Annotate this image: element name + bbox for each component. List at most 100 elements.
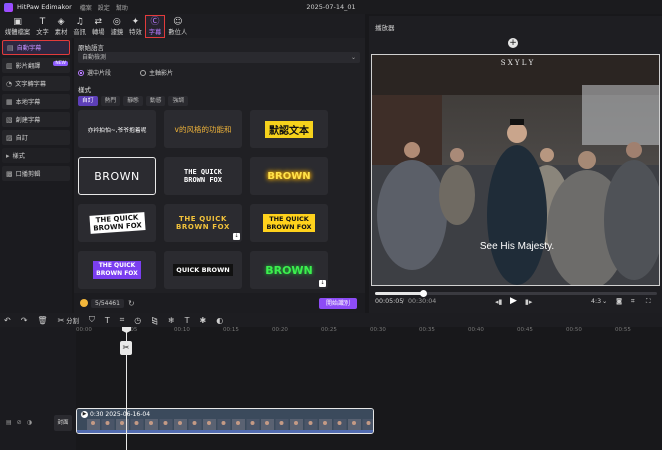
crop-button[interactable]: ⌗ — [120, 315, 125, 325]
style-card[interactable]: BROWN — [78, 157, 156, 195]
toolbar-transition[interactable]: ⇄ 轉場 — [89, 15, 108, 38]
tab-style-3[interactable]: 動感 — [145, 96, 166, 106]
split-button[interactable]: ✂ 分割 — [58, 316, 79, 325]
style-card[interactable]: THE QUICK BROWN FOX — [78, 204, 156, 242]
ruler-tick: 00:25 — [321, 327, 337, 333]
style-label: 樣式 — [78, 86, 91, 94]
radio-main-video[interactable]: 主軸影片 — [140, 68, 173, 77]
redo-button[interactable]: ↷ — [21, 316, 28, 325]
timeline-ruler[interactable]: 00:00 0:05 00:10 00:15 00:20 00:25 00:30 00:35 0… — [76, 327, 662, 339]
cover-button[interactable]: 封面 — [54, 415, 72, 431]
sidebar-item-custom[interactable]: ▨ 自訂 — [2, 130, 70, 145]
style-card[interactable]: THE QUICK BROWN FOX ↓ — [164, 204, 242, 242]
style-card[interactable]: v的风格的功能和 — [164, 110, 242, 148]
color-button[interactable]: ◐ — [216, 316, 223, 325]
menu-file[interactable]: 檔案 — [80, 3, 92, 12]
sidebar-item-oral-cut[interactable]: ▩ 口播剪輯 — [2, 166, 70, 181]
aspect-chevron-icon[interactable]: ⌄ — [602, 298, 607, 305]
start-recognition-button[interactable]: 開始識別 — [318, 298, 357, 309]
color-icon: ◐ — [216, 315, 224, 325]
text-tool-button[interactable]: T — [105, 316, 110, 325]
clip-info: ▶ 0:30 2025-06-16-04 — [81, 411, 150, 418]
shield-icon: ⛉ — [88, 315, 95, 324]
ai-icon: ✱ — [199, 315, 207, 325]
fullscreen-icon[interactable]: ⛶ — [646, 298, 650, 306]
sidebar-item-video-translate[interactable]: ▥ 影片翻譯 NEW — [2, 58, 70, 73]
mirror-button[interactable]: ⧎ — [151, 316, 158, 325]
track-controls-icon[interactable]: ▤⊘◑ — [6, 419, 37, 426]
style-card[interactable]: 默認文本 — [250, 110, 328, 148]
sidebar-item-style[interactable]: ▸ 樣式 — [2, 148, 70, 163]
toolbar-effects[interactable]: ✦ 特效 — [126, 15, 145, 38]
sidebar-item-auto-subtitle[interactable]: ▤ 自動字幕 — [2, 40, 70, 55]
toolbar-label: 濾鏡 — [110, 29, 124, 36]
sidebar-item-text-to-speech[interactable]: ◔ 文字轉字幕 — [2, 76, 70, 91]
tab-style-4[interactable]: 強調 — [168, 96, 189, 106]
menu-help[interactable]: 幫助 — [116, 3, 128, 12]
shield-button[interactable]: ⛉ — [89, 315, 95, 325]
style-card[interactable]: BROWN ↓ — [250, 251, 328, 289]
style-card[interactable]: 亦衿拍怕~,爷爷抱着呢 — [78, 110, 156, 148]
seek-knob[interactable] — [419, 290, 427, 297]
crop-icon: ⌗ — [119, 315, 125, 324]
ruler-tick: 00:00 — [76, 327, 92, 333]
next-frame-icon[interactable]: ▮▸ — [525, 298, 532, 306]
radio-main-label: 主軸影片 — [149, 70, 174, 77]
panel-footer: 5/54461 ↻ 開始識別 — [74, 293, 365, 313]
style-card[interactable]: QUICK BROWN — [164, 251, 242, 289]
split-marker-icon[interactable]: ✂ — [120, 341, 132, 355]
tab-style-0[interactable]: 自訂 — [78, 96, 98, 106]
video-preview[interactable]: S X Y L Y See His Majesty. — [371, 54, 660, 286]
video-clip[interactable]: ▶ 0:30 2025-06-16-04 — [76, 408, 374, 434]
seek-bar[interactable] — [375, 290, 657, 297]
grid-icon[interactable]: ⌗ — [631, 298, 635, 306]
sidebar-item-label: 自訂 — [15, 135, 28, 142]
style-preview-text: BROWN — [267, 170, 311, 182]
sidebar-item-local-subtitle[interactable]: ▦ 本地字幕 — [2, 94, 70, 109]
add-icon[interactable]: + — [508, 38, 518, 48]
tab-style-2[interactable]: 靜態 — [123, 96, 143, 106]
aspect-ratio-select[interactable]: 4:3 — [591, 298, 601, 305]
current-time: 00:05:05 — [375, 298, 404, 305]
timeline: 00:00 0:05 00:10 00:15 00:20 00:25 00:30 00:35 0… — [0, 327, 662, 450]
freeze-button[interactable]: ❄ — [168, 316, 175, 325]
toolbar-label: 特效 — [129, 29, 142, 36]
toolbar-filter[interactable]: ◎ 濾鏡 — [108, 15, 127, 38]
radio-selected-clip[interactable]: 選中片段 — [78, 68, 111, 77]
refresh-icon[interactable]: ↻ — [128, 299, 135, 308]
sidebar-item-create-subtitle[interactable]: ▧ 創建字幕 — [2, 112, 70, 127]
ruler-tick: 00:15 — [223, 327, 239, 333]
toolbar-material[interactable]: ◈ 素材 — [52, 15, 71, 38]
ruler-tick: 00:10 — [174, 327, 190, 333]
radio-off-icon — [140, 69, 146, 76]
toolbar-label: 媒體檔案 — [5, 29, 31, 36]
style-card[interactable]: THE QUICK BROWN FOX — [164, 157, 242, 195]
tab-style-1[interactable]: 熱門 — [100, 96, 121, 106]
source-language-label: 原始語言 — [78, 44, 104, 52]
toolbar-text[interactable]: T 文字 — [33, 15, 52, 38]
custom-icon: ▨ — [6, 133, 13, 142]
style-card[interactable]: THE QUICK BROWN FOX — [78, 251, 156, 289]
snapshot-icon[interactable]: ◙ — [616, 298, 622, 305]
style-card[interactable]: THE QUICK BROWN FOX — [250, 204, 328, 242]
toolbar-music[interactable]: ♫ 音訊 — [70, 15, 89, 38]
delete-button[interactable]: 🗑 — [37, 316, 47, 325]
style-card[interactable]: BROWN — [250, 157, 328, 195]
download-icon[interactable]: ↓ — [233, 233, 240, 240]
speed-button[interactable]: ◷ — [134, 316, 141, 325]
undo-button[interactable]: ↶ — [4, 316, 11, 325]
main-toolbar: ▣ 媒體檔案 T 文字 ◈ 素材 ♫ 音訊 ⇄ 轉場 ◎ 濾鏡 ✦ 特效 Ⓒ 字幕 ☺ 數位人 — [0, 14, 365, 38]
prev-frame-icon[interactable]: ◂▮ — [495, 298, 502, 306]
menu-settings[interactable]: 設定 — [98, 3, 110, 12]
track-header-column — [0, 327, 76, 450]
play-icon[interactable]: ▶ — [510, 296, 517, 306]
toolbar-media[interactable]: ▣ 媒體檔案 — [2, 15, 33, 38]
toolbar-subtitle[interactable]: Ⓒ 字幕 — [144, 15, 166, 38]
toolbar-avatar[interactable]: ☺ 數位人 — [165, 15, 190, 38]
source-language-value: 自動檢測 — [82, 54, 107, 61]
ai-button[interactable]: ✱ — [200, 316, 207, 325]
source-language-dropdown[interactable]: 自動檢測 ⌄ — [78, 52, 360, 63]
download-icon[interactable]: ↓ — [319, 280, 326, 287]
style-preview-text: v的风格的功能和 — [174, 124, 232, 134]
text-t-button[interactable]: T — [185, 316, 190, 325]
